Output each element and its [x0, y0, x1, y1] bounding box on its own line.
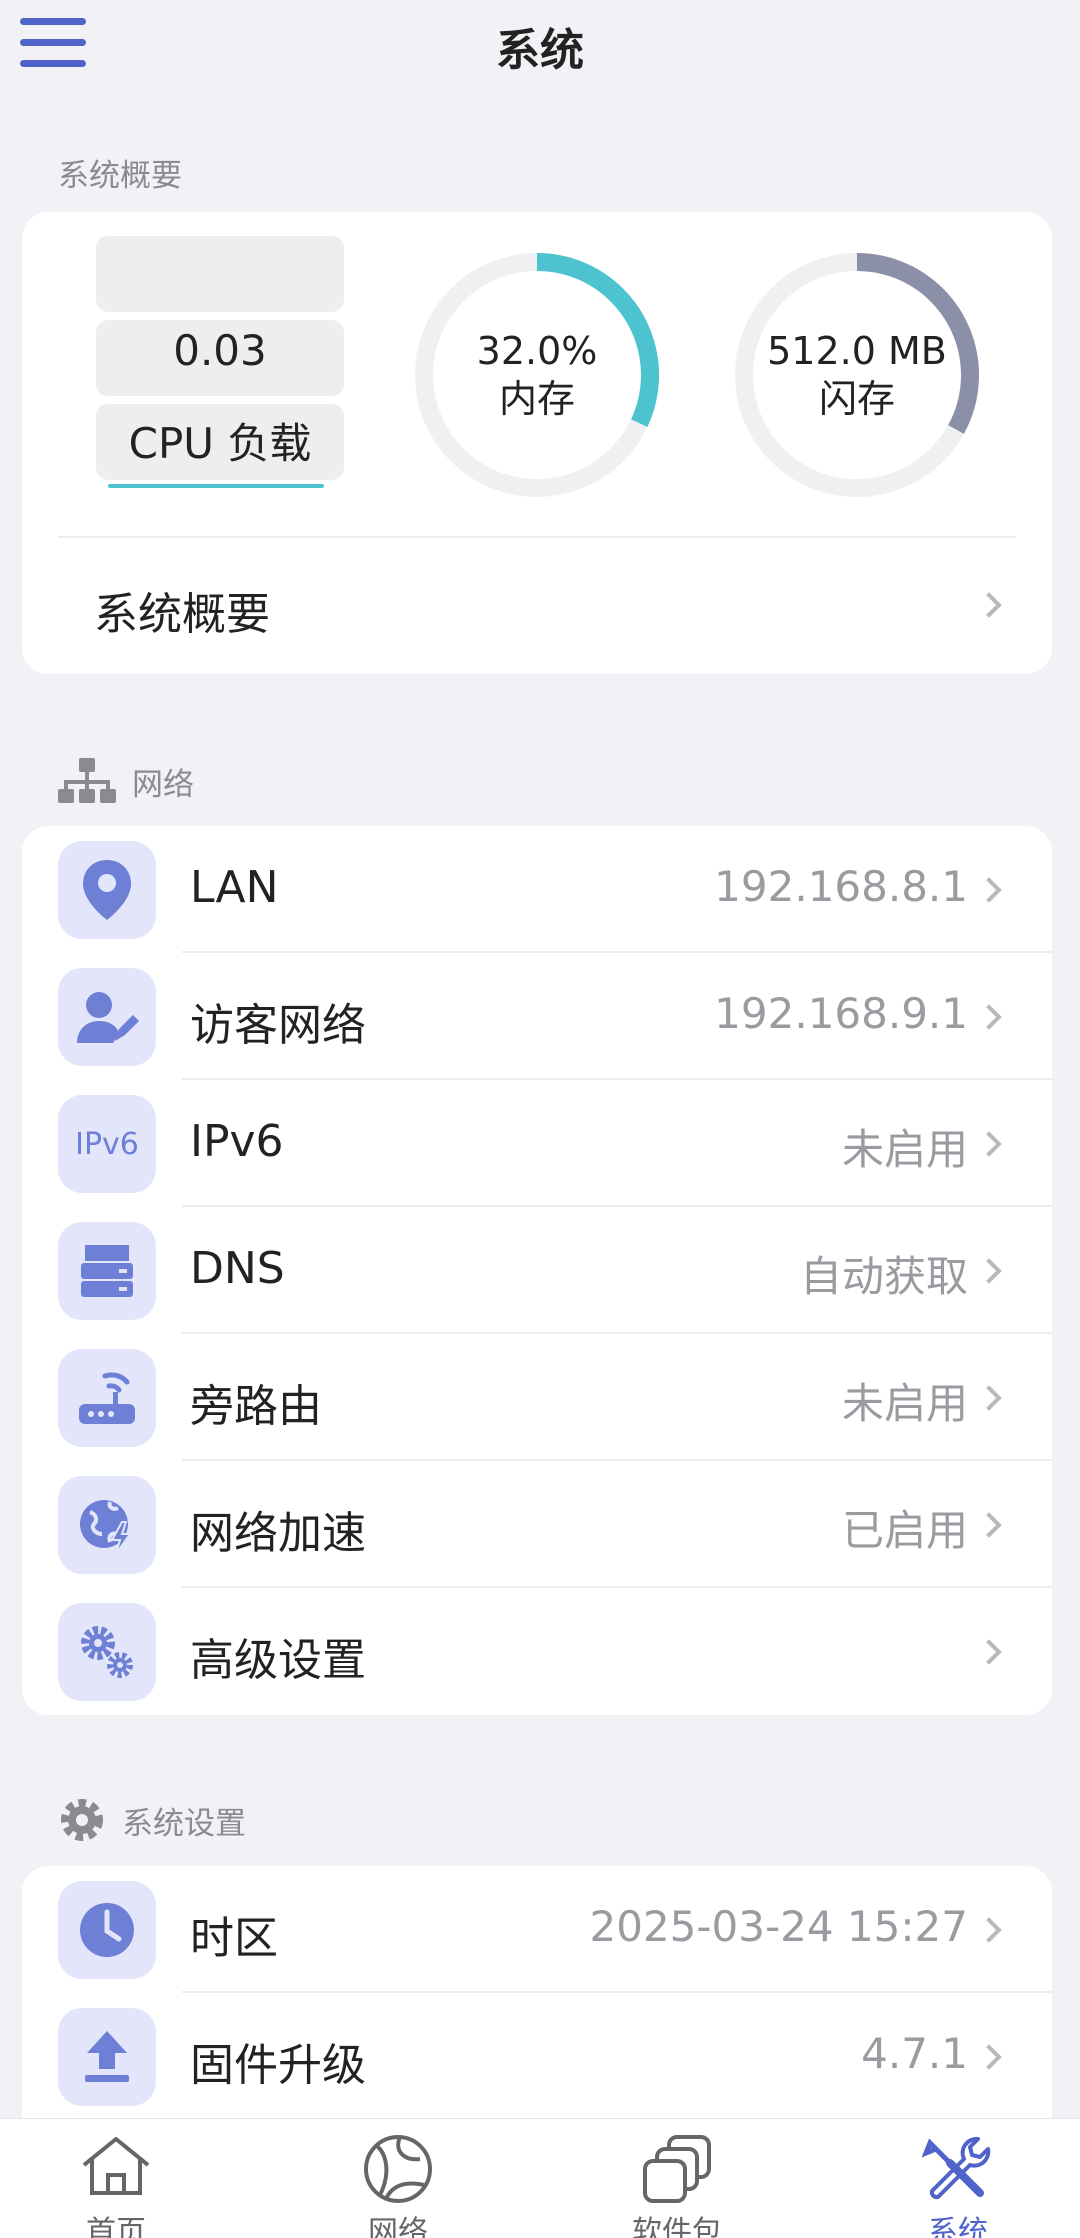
top-bar: 系统 [0, 0, 1080, 90]
memory-label: 内存 [498, 377, 575, 421]
cpu-load-value: 0.03 [173, 326, 267, 375]
chevron-right-icon [976, 1131, 1002, 1157]
network-card: LAN 192.168.8.1 访客网络 192.168.9.1 IPv6 IP… [22, 826, 1052, 1715]
chevron-right-icon [976, 1258, 1002, 1284]
nav-item-network[interactable]: 网络 [298, 2119, 498, 2238]
home-icon [82, 2137, 150, 2195]
gear-icon [61, 1799, 103, 1841]
cpu-load-bar [108, 484, 324, 488]
settings-item-label: 时区 [190, 1913, 278, 1964]
tools-icon [921, 2136, 991, 2200]
gears-icon [58, 1603, 156, 1701]
network-item-guest[interactable]: 访客网络 192.168.9.1 [22, 953, 1052, 1080]
chevron-right-icon [976, 2044, 1002, 2070]
network-item-acceleration[interactable]: 网络加速 已启用 [22, 1461, 1052, 1588]
nav-label: 系统 [928, 2215, 988, 2238]
location-pin-icon [58, 841, 156, 939]
network-item-label: LAN [190, 862, 279, 913]
network-item-bypass-router[interactable]: 旁路由 未启用 [22, 1334, 1052, 1461]
memory-gauge: 32.0% 内存 [412, 250, 662, 500]
packages-icon [643, 2135, 711, 2203]
network-item-label: IPv6 [190, 1116, 284, 1167]
settings-item-firmware-upgrade[interactable]: 固件升级 4.7.1 [22, 1993, 1052, 2120]
router-icon [58, 1349, 156, 1447]
cpu-load-label: CPU 负载 [128, 419, 312, 468]
nav-label: 网络 [368, 2215, 428, 2238]
flash-value: 512.0 MB [767, 329, 947, 373]
chevron-right-icon [976, 877, 1002, 903]
nav-label: 软件包 [632, 2215, 722, 2238]
settings-item-label: 固件升级 [190, 2040, 366, 2091]
server-icon [58, 1222, 156, 1320]
network-item-value: 未启用 [841, 1125, 968, 1174]
globe-icon [364, 2135, 432, 2203]
chevron-right-icon [976, 592, 1002, 618]
nav-label: 首页 [86, 2215, 146, 2238]
chevron-right-icon [976, 1385, 1002, 1411]
system-settings-section-title: 系统设置 [122, 1805, 246, 1842]
network-section-header: 网络 [56, 756, 194, 806]
network-item-value: 自动获取 [799, 1252, 968, 1301]
network-item-label: 旁路由 [190, 1381, 322, 1432]
page-title: 系统 [496, 25, 584, 76]
nav-item-system[interactable]: 系统 [858, 2119, 1058, 2238]
ipv6-icon: IPv6 [58, 1095, 156, 1193]
nav-item-packages[interactable]: 软件包 [577, 2119, 777, 2238]
network-item-value: 192.168.8.1 [714, 862, 968, 911]
network-item-lan[interactable]: LAN 192.168.8.1 [22, 826, 1052, 953]
network-item-value: 192.168.9.1 [714, 989, 968, 1038]
network-item-value: 已启用 [841, 1506, 968, 1555]
network-item-label: 访客网络 [190, 1000, 366, 1051]
clock-icon [58, 1881, 156, 1979]
flash-label: 闪存 [818, 377, 895, 421]
memory-value: 32.0% [476, 329, 598, 373]
network-item-value: 未启用 [841, 1379, 968, 1428]
network-item-dns[interactable]: DNS 自动获取 [22, 1207, 1052, 1334]
settings-item-value: 4.7.1 [861, 2029, 968, 2078]
settings-item-value: 2025-03-24 15:27 [589, 1902, 968, 1951]
chevron-right-icon [976, 1004, 1002, 1030]
network-item-label: 网络加速 [190, 1508, 366, 1559]
network-item-advanced-settings[interactable]: 高级设置 [22, 1588, 1052, 1715]
system-settings-card: 时区 2025-03-24 15:27 固件升级 4.7.1 [22, 1866, 1052, 2156]
overview-card: 0.03 CPU 负载 32.0% 内存 512.0 MB 闪存 系统概要 [22, 212, 1052, 674]
bottom-nav: 首页 网络 软件包 系统 [0, 2118, 1080, 2238]
network-item-label: DNS [190, 1243, 285, 1294]
system-overview-link[interactable]: 系统概要 [22, 538, 1052, 672]
guest-user-icon [58, 968, 156, 1066]
system-overview-link-label: 系统概要 [94, 589, 270, 640]
network-item-ipv6[interactable]: IPv6 IPv6 未启用 [22, 1080, 1052, 1207]
chevron-right-icon [976, 1639, 1002, 1665]
globe-bolt-icon [58, 1476, 156, 1574]
upload-icon [58, 2008, 156, 2106]
chevron-right-icon [976, 1917, 1002, 1943]
cpu-load-widget: 0.03 CPU 负载 [96, 236, 344, 480]
flash-gauge: 512.0 MB 闪存 [732, 250, 982, 500]
nav-item-home[interactable]: 首页 [16, 2119, 216, 2238]
network-item-label: 高级设置 [190, 1635, 366, 1686]
system-settings-section-header: 系统设置 [56, 1794, 246, 1846]
network-section-title: 网络 [132, 766, 194, 803]
chevron-right-icon [976, 1512, 1002, 1538]
overview-section-title: 系统概要 [58, 158, 182, 194]
settings-item-timezone[interactable]: 时区 2025-03-24 15:27 [22, 1866, 1052, 1993]
network-tree-icon [58, 758, 116, 803]
